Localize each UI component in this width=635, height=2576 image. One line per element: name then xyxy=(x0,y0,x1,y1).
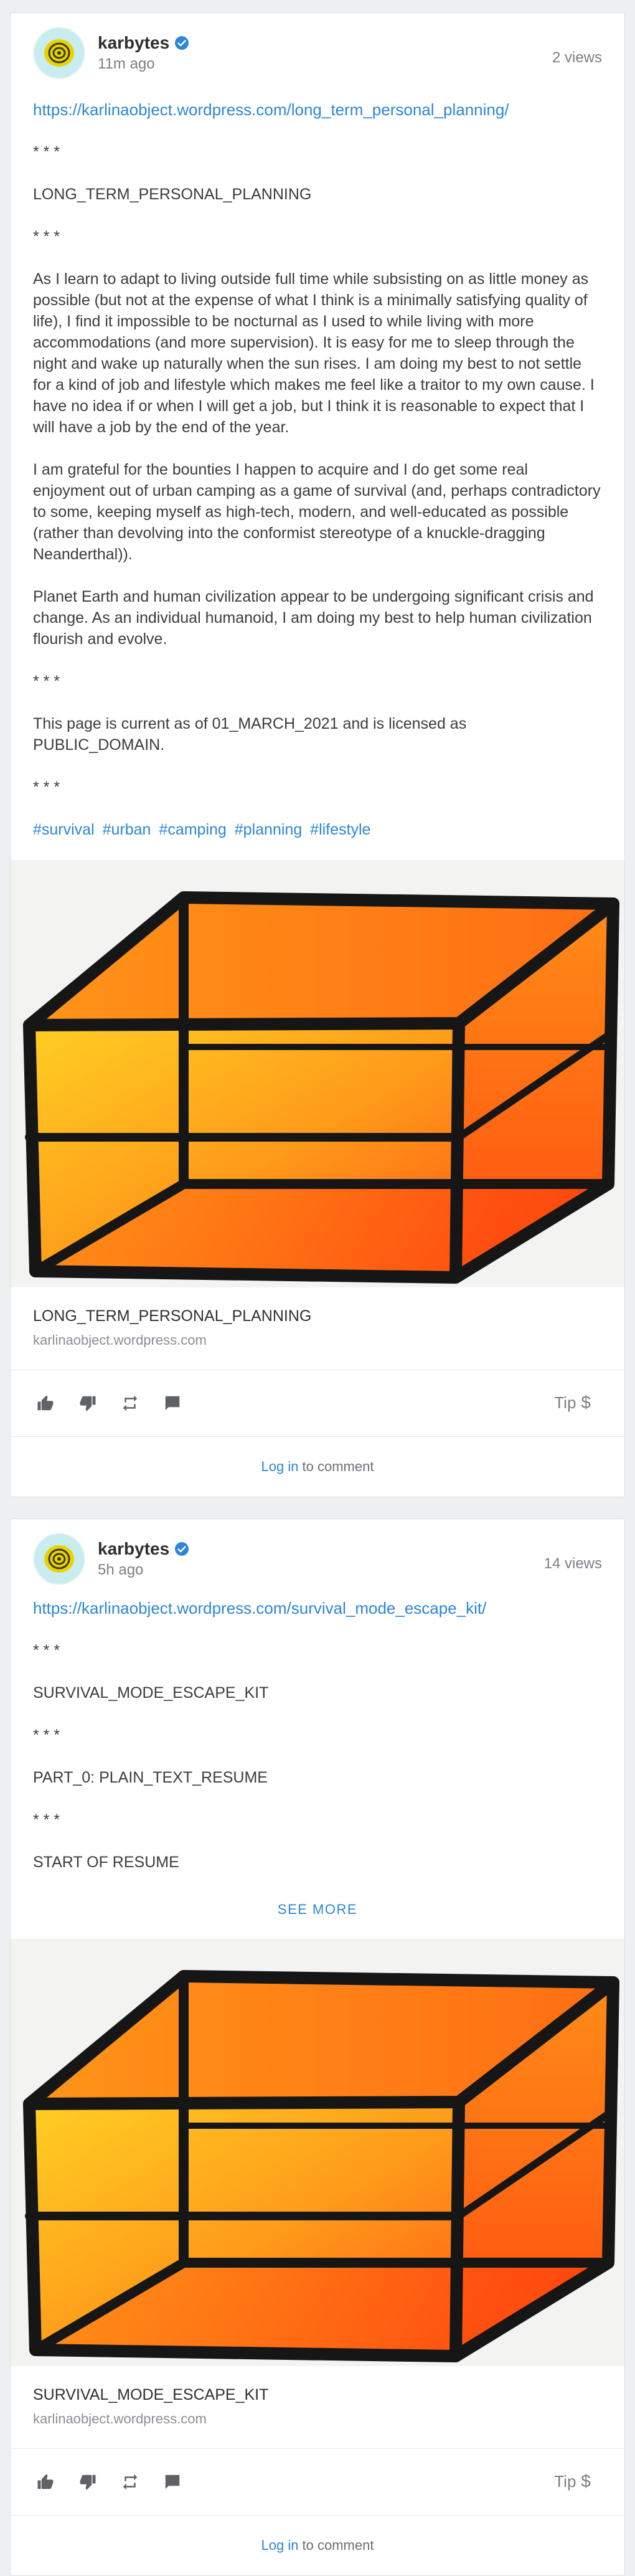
like-button[interactable] xyxy=(33,2469,58,2494)
thumbs-up-icon xyxy=(37,1395,54,1411)
login-link[interactable]: Log in xyxy=(261,2537,299,2554)
post-body: * * * SURVIVAL_MODE_ESCAPE_KIT * * * PAR… xyxy=(33,1640,602,1873)
post-link[interactable]: https://karlinaobject.wordpress.com/surv… xyxy=(33,1598,602,1619)
post-timestamp[interactable]: 5h ago xyxy=(98,1561,189,1579)
post-header: karbytes 5h ago 14 views xyxy=(33,1529,602,1589)
dollar-icon: $ xyxy=(581,1393,591,1412)
post-paragraph: PART_0: PLAIN_TEXT_RESUME xyxy=(33,1769,268,1786)
comment-prompt-text: to comment xyxy=(302,1459,374,1474)
separator-text: * * * xyxy=(33,1811,60,1829)
hashtag-list: #survival #urban #camping #planning #lif… xyxy=(33,819,602,840)
post-paragraph: As I learn to adapt to living outside fu… xyxy=(33,270,595,436)
comment-button[interactable] xyxy=(160,1391,185,1416)
avatar[interactable] xyxy=(33,1533,85,1585)
separator-text: * * * xyxy=(33,1642,60,1659)
login-link[interactable]: Log in xyxy=(261,1459,299,1475)
post-paragraph: Planet Earth and human civilization appe… xyxy=(33,588,594,648)
post-paragraph: START OF RESUME xyxy=(33,1854,179,1871)
like-button[interactable] xyxy=(33,1391,58,1416)
author-name[interactable]: karbytes xyxy=(98,1539,169,1559)
link-preview-domain: karlinaobject.wordpress.com xyxy=(33,2411,207,2427)
view-count: 2 views xyxy=(552,49,602,66)
avatar-image xyxy=(44,1545,74,1573)
comment-icon xyxy=(165,1396,180,1411)
dislike-button[interactable] xyxy=(75,2469,100,2494)
hashtag-link[interactable]: #urban xyxy=(103,821,151,838)
post-card: karbytes 11m ago 2 views https://karlina… xyxy=(10,12,625,1497)
post-link[interactable]: https://karlinaobject.wordpress.com/long… xyxy=(33,99,602,120)
post-body: * * * LONG_TERM_PERSONAL_PLANNING * * * … xyxy=(33,141,602,798)
link-preview[interactable]: LONG_TERM_PERSONAL_PLANNING karlinaobjec… xyxy=(11,1287,624,1370)
comment-button[interactable] xyxy=(160,2469,185,2494)
repost-icon xyxy=(123,1395,138,1411)
post-actions: Tip $ xyxy=(11,2449,624,2516)
hashtag-link[interactable]: #lifestyle xyxy=(310,821,370,838)
thumbs-up-icon xyxy=(37,2474,54,2489)
repost-icon xyxy=(123,2474,138,2490)
thumbs-down-icon xyxy=(80,2474,96,2490)
post-timestamp[interactable]: 11m ago xyxy=(98,55,189,73)
separator-text: * * * xyxy=(33,143,60,161)
post-actions: Tip $ xyxy=(11,1370,624,1437)
link-preview-title[interactable]: SURVIVAL_MODE_ESCAPE_KIT xyxy=(33,2385,602,2405)
thumbs-down-icon xyxy=(80,1396,96,1411)
comment-prompt: Log in to comment xyxy=(11,1437,624,1497)
dislike-button[interactable] xyxy=(75,1391,100,1416)
avatar-image xyxy=(44,39,74,67)
post-heading: SURVIVAL_MODE_ESCAPE_KIT xyxy=(33,1684,269,1702)
comment-icon xyxy=(165,2474,180,2489)
separator-text: * * * xyxy=(33,779,60,796)
comment-prompt-text: to comment xyxy=(302,2537,374,2553)
link-preview[interactable]: SURVIVAL_MODE_ESCAPE_KIT karlinaobject.w… xyxy=(11,2366,624,2449)
post-heading: LONG_TERM_PERSONAL_PLANNING xyxy=(33,186,312,203)
dollar-icon: $ xyxy=(581,2471,591,2491)
hashtag-link[interactable]: #camping xyxy=(159,821,226,838)
tip-button[interactable]: Tip $ xyxy=(554,1393,591,1413)
see-more-button[interactable]: SEE MORE xyxy=(33,1900,602,1919)
verified-icon xyxy=(174,1541,189,1556)
hashtag-link[interactable]: #planning xyxy=(235,821,302,838)
separator-text: * * * xyxy=(33,228,60,245)
repost-button[interactable] xyxy=(118,2469,143,2494)
post-paragraph: This page is current as of 01_MARCH_2021… xyxy=(33,715,467,754)
separator-text: * * * xyxy=(33,673,60,690)
post-card: karbytes 5h ago 14 views https://karlina… xyxy=(10,1518,625,2576)
separator-text: * * * xyxy=(33,1726,60,1744)
view-count: 14 views xyxy=(543,1555,602,1572)
link-preview-title[interactable]: LONG_TERM_PERSONAL_PLANNING xyxy=(33,1306,602,1326)
hashtag-link[interactable]: #survival xyxy=(33,821,95,838)
link-preview-domain: karlinaobject.wordpress.com xyxy=(33,1332,207,1348)
post-paragraph: I am grateful for the bounties I happen … xyxy=(33,461,601,563)
tip-label: Tip xyxy=(554,2471,576,2491)
verified-icon xyxy=(174,36,189,50)
author-name[interactable]: karbytes xyxy=(98,33,169,53)
tip-label: Tip xyxy=(554,1393,576,1412)
comment-prompt: Log in to comment xyxy=(11,2516,624,2575)
repost-button[interactable] xyxy=(118,1391,143,1416)
tip-button[interactable]: Tip $ xyxy=(554,2471,591,2491)
link-preview-image[interactable] xyxy=(11,860,624,1287)
link-preview-image[interactable] xyxy=(11,1939,624,2366)
post-header: karbytes 11m ago 2 views xyxy=(33,23,602,83)
avatar[interactable] xyxy=(33,27,85,79)
activity-feed: karbytes 11m ago 2 views https://karlina… xyxy=(0,0,635,2576)
